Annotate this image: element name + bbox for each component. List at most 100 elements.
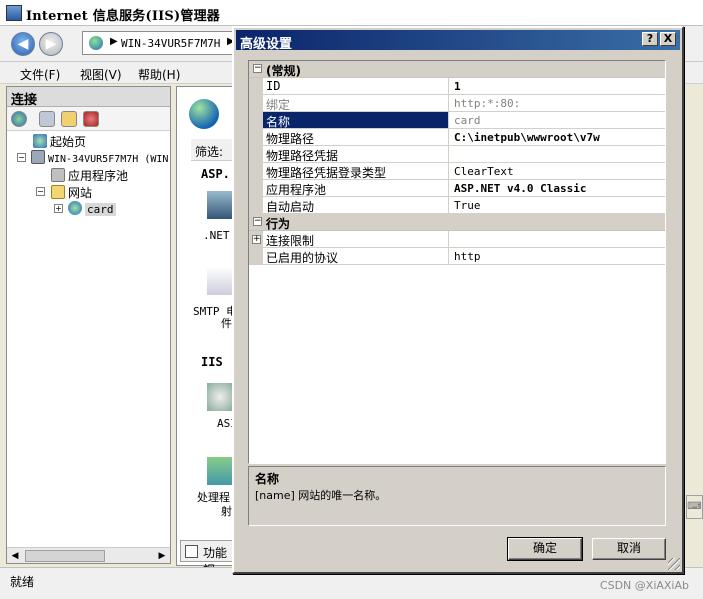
category-behavior[interactable]: − 行为 [249,214,665,231]
property-value[interactable]: True [450,197,665,213]
dialog-title: 高级设置 [240,37,293,52]
group-header-iis: IIS [201,355,223,369]
scroll-right-icon[interactable]: ▶ [154,548,170,564]
property-value[interactable]: http:*:80: [450,95,665,111]
smtp-icon[interactable] [207,267,233,295]
resize-grip-icon[interactable] [668,558,680,570]
property-row-limits[interactable]: + 连接限制 [249,231,665,248]
property-name: 名称 [263,112,449,128]
category-collapse-icon[interactable]: − [253,217,262,226]
server-icon [31,150,45,164]
property-row-path-credentials[interactable]: 物理路径凭据 [249,146,665,163]
dialog-title-bar[interactable]: 高级设置 ? X [236,30,680,52]
category-collapse-icon[interactable]: − [253,64,262,73]
menu-view[interactable]: 视图(V) [80,66,122,83]
property-value[interactable] [450,231,665,247]
tree-node-label: 网站 [68,186,93,200]
property-value[interactable]: C:\inetpub\wwwroot\v7w [450,129,665,145]
property-value[interactable]: ASP.NET v4.0 Classic [450,180,665,196]
property-row-logon-type[interactable]: 物理路径凭据登录类型 ClearText [249,163,665,180]
breadcrumb-separator-icon: ▶ [110,36,118,47]
property-name: 物理路径凭据 [263,146,449,162]
forward-arrow-icon: ▶ [45,36,57,52]
property-row-name[interactable]: 名称 card [249,112,665,129]
cancel-button[interactable]: 取消 [592,538,666,560]
ok-button[interactable]: 确定 [507,537,583,561]
keyboard-icon[interactable]: ⌨ [686,495,703,519]
property-row-auto-start[interactable]: 自动启动 True [249,197,665,214]
filter-label: 筛选: [195,145,224,159]
advanced-settings-dialog: 高级设置 ? X − (常规) ID 1 绑定 http:*:80: 名称 ca… [232,26,684,574]
category-label: 行为 [266,217,291,231]
property-name: 绑定 [263,95,449,111]
iis-title-bar: Internet 信息服务(IIS)管理器 [0,0,703,26]
feature-label[interactable]: 件 [221,315,232,331]
globe-icon [89,36,103,50]
back-button[interactable]: ◀ [11,32,35,56]
dotnet-icon[interactable] [207,191,233,219]
connections-header: 连接 [7,87,170,108]
features-view-tab[interactable]: 功能视 [180,540,236,577]
feature-label[interactable]: 射 [221,503,232,519]
connections-hscrollbar[interactable]: ◀ ▶ [7,547,170,563]
address-box[interactable]: ▶ WIN-34VUR5F7M7H ▶ [82,31,242,55]
iis-app-icon [6,5,22,21]
app-pool-icon [51,168,65,182]
back-arrow-icon: ◀ [17,36,29,52]
iis-window-title: Internet 信息服务(IIS)管理器 [26,9,220,24]
property-grid: − (常规) ID 1 绑定 http:*:80: 名称 card 物理路径 C… [248,60,666,464]
description-title: 名称 [255,472,280,486]
connections-tree: 起始页 − WIN-34VUR5F7M7H (WIN 应用程序池 − 网站 + … [7,131,170,547]
menu-help[interactable]: 帮助(H) [138,66,180,83]
property-row-protocols[interactable]: 已启用的协议 http [249,248,665,265]
tree-expand-icon[interactable]: + [54,204,63,213]
tree-node-label: card [85,203,116,216]
description-panel: 名称 [name] 网站的唯一名称。 [248,466,666,526]
category-general[interactable]: − (常规) [249,61,665,78]
tree-node-card[interactable]: card [68,201,116,217]
save-icon[interactable] [39,111,55,127]
property-row-app-pool[interactable]: 应用程序池 ASP.NET v4.0 Classic [249,180,665,197]
features-pane: 筛选: ASP. .NET 5 SMTP 电 件 IIS ASI 处理程 射 [176,86,243,566]
menu-file[interactable]: 文件(F) [20,66,60,83]
folder-up-icon[interactable] [61,111,77,127]
property-value[interactable]: http [450,248,665,264]
connect-globe-icon[interactable] [11,111,27,127]
features-view-icon [185,545,198,558]
property-value[interactable] [450,146,665,162]
status-text: 就绪 [10,575,35,589]
tree-collapse-icon[interactable]: − [17,153,26,162]
tree-collapse-icon[interactable]: − [36,187,45,196]
property-row-physical-path[interactable]: 物理路径 C:\inetpub\wwwroot\v7w [249,129,665,146]
tree-node-label: 起始页 [50,135,87,149]
property-expand-icon[interactable]: + [252,235,261,244]
tree-node-start-page[interactable]: 起始页 [33,133,86,149]
help-button[interactable]: ? [642,32,658,46]
forward-button[interactable]: ▶ [39,32,63,56]
breadcrumb-server[interactable]: WIN-34VUR5F7M7H [121,37,220,50]
asp-icon[interactable] [207,383,233,411]
category-label: (常规) [266,64,301,78]
property-name: 自动启动 [263,197,449,213]
start-page-icon [33,134,47,148]
close-button[interactable]: X [660,32,676,46]
site-globe-icon [189,99,219,129]
property-value[interactable]: ClearText [450,163,665,179]
tree-node-server[interactable]: WIN-34VUR5F7M7H (WIN [31,150,168,166]
property-name: 已启用的协议 [263,248,449,264]
scroll-left-icon[interactable]: ◀ [7,548,23,564]
tree-node-sites[interactable]: 网站 [51,184,92,200]
connections-pane: 连接 起始页 − WIN-34VUR5F7M7H (WIN 应用程序池 − 网站… [6,86,171,564]
handler-mappings-icon[interactable] [207,457,233,485]
property-value[interactable]: 1 [450,78,665,94]
property-row-id[interactable]: ID 1 [249,78,665,95]
site-globe-icon [68,201,82,215]
property-row-bindings[interactable]: 绑定 http:*:80: [249,95,665,112]
folder-icon [51,185,65,199]
scroll-thumb[interactable] [25,550,105,562]
group-header-aspnet: ASP. [201,167,230,181]
disconnect-icon[interactable] [83,111,99,127]
tree-node-app-pools[interactable]: 应用程序池 [51,167,128,183]
property-name: 应用程序池 [263,180,449,196]
property-value[interactable]: card [450,112,665,128]
